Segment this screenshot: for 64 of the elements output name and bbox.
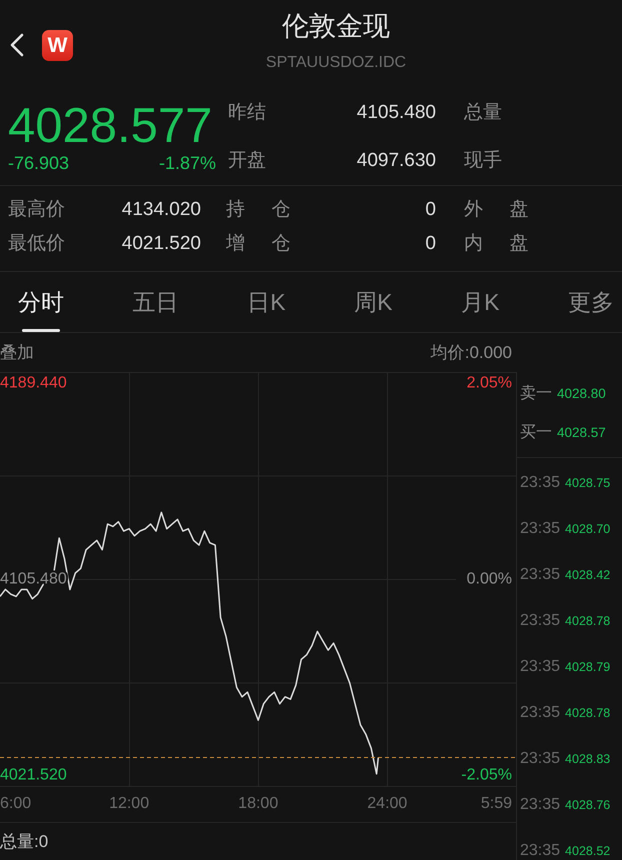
y-axis-label: 4189.440 bbox=[0, 374, 67, 392]
trade-time: 23:35 bbox=[520, 751, 560, 767]
x-axis-label: 6:00 bbox=[0, 795, 32, 812]
field-value: 0 bbox=[425, 198, 436, 222]
field-label: 昨结 bbox=[228, 101, 266, 125]
average-price-label: 均价:0.000 bbox=[430, 342, 512, 364]
quote-side-label: 买一 bbox=[520, 424, 552, 442]
page-title: 伦敦金现 bbox=[282, 10, 390, 43]
price-change: -76.903 bbox=[8, 152, 70, 174]
overlay-link[interactable]: 叠加 bbox=[0, 342, 34, 364]
chart-tab[interactable]: 分时 bbox=[18, 272, 64, 332]
field-label: 增 仓 bbox=[226, 232, 290, 256]
field-label: 外 盘 bbox=[464, 198, 528, 222]
field-label: 内 盘 bbox=[464, 232, 528, 256]
field-label: 开盘 bbox=[228, 148, 266, 172]
chart-tab[interactable]: 更多 bbox=[568, 272, 614, 332]
chart-tab[interactable]: 五日 bbox=[132, 272, 179, 332]
field-label: 现手 bbox=[464, 148, 502, 172]
field-label: 最低价 bbox=[8, 232, 65, 256]
field-value: 4021.520 bbox=[122, 232, 201, 256]
trade-price: 4028.79 bbox=[565, 659, 610, 675]
trade-price: 4028.78 bbox=[565, 705, 610, 721]
field-label: 最高价 bbox=[8, 198, 65, 222]
trade-time: 23:35 bbox=[520, 567, 560, 583]
trade-price: 4028.52 bbox=[565, 843, 610, 859]
field-value: 4134.020 bbox=[122, 198, 201, 222]
y-axis-label: 4021.520 bbox=[0, 766, 67, 784]
change-percent: -1.87% bbox=[158, 152, 216, 174]
trade-time: 23:35 bbox=[520, 797, 560, 813]
trade-price: 4028.70 bbox=[565, 521, 610, 537]
chart-tab[interactable]: 周K bbox=[354, 272, 392, 332]
percent-axis-label: 2.05% bbox=[466, 374, 512, 392]
last-price: 4028.577 bbox=[8, 100, 214, 152]
trade-price: 4028.42 bbox=[565, 567, 610, 583]
trade-time: 23:35 bbox=[520, 475, 560, 491]
percent-axis-label: -2.05% bbox=[461, 766, 512, 784]
app-logo: W bbox=[42, 30, 73, 60]
chart-tab[interactable]: 月K bbox=[461, 272, 500, 332]
total-volume-label: 总量:0 bbox=[0, 832, 48, 852]
trade-time: 23:35 bbox=[520, 705, 560, 721]
trade-time: 23:35 bbox=[520, 521, 560, 537]
trade-price: 4028.75 bbox=[565, 475, 610, 491]
quote-side-label: 卖一 bbox=[520, 385, 552, 403]
quote-side-price: 4028.57 bbox=[557, 424, 606, 442]
field-label: 持 仓 bbox=[226, 198, 290, 222]
x-axis-label: 18:00 bbox=[238, 795, 278, 812]
field-value: 4105.480 bbox=[356, 101, 436, 125]
trade-price: 4028.78 bbox=[565, 613, 610, 629]
percent-axis-label: 0.00% bbox=[466, 570, 512, 588]
field-value: 0 bbox=[425, 232, 436, 256]
x-axis-label: 24:00 bbox=[367, 795, 408, 812]
trade-time: 23:35 bbox=[520, 659, 560, 675]
trade-price: 4028.83 bbox=[565, 751, 610, 767]
trade-time: 23:35 bbox=[520, 843, 560, 859]
trade-price: 4028.76 bbox=[565, 797, 610, 813]
trade-time: 23:35 bbox=[520, 613, 560, 629]
chart-tab[interactable]: 日K bbox=[247, 272, 286, 332]
symbol-code: SPTAUUSDOZ.IDC bbox=[266, 53, 406, 73]
quote-side-price: 4028.80 bbox=[557, 385, 606, 403]
x-axis-label: 5:59 bbox=[480, 795, 512, 812]
field-value: 4097.630 bbox=[356, 148, 436, 172]
field-label: 总量 bbox=[464, 101, 502, 125]
x-axis-label: 12:00 bbox=[109, 795, 150, 812]
chevron-left-icon[interactable] bbox=[10, 33, 24, 57]
